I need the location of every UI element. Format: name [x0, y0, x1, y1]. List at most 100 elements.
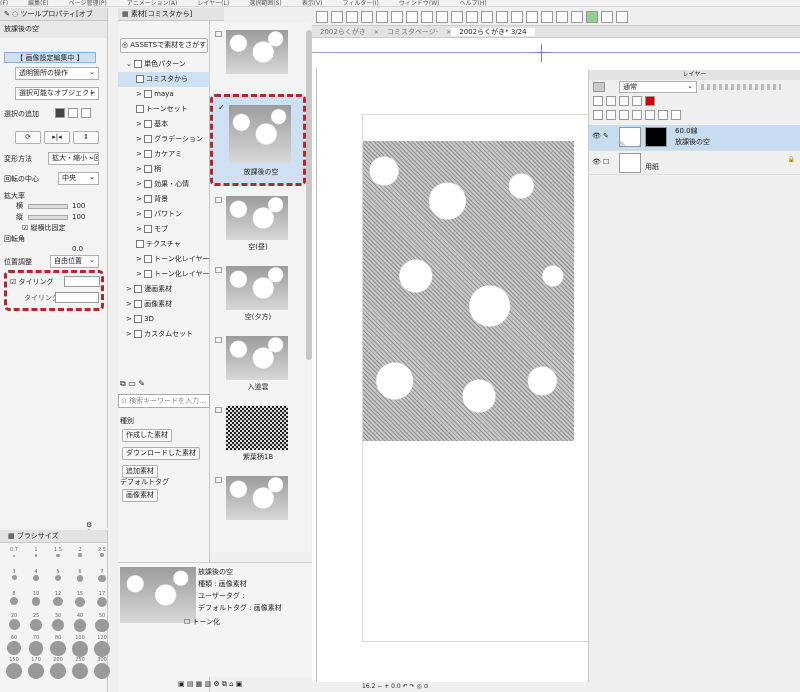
- tone-checkbox[interactable]: ☐ トーン化: [184, 617, 220, 628]
- brush-size-cell[interactable]: 8: [4, 591, 24, 611]
- tool-property-tab[interactable]: ✎ ◌ ツールプロパティ[オブ: [0, 8, 107, 21]
- export-icon[interactable]: [361, 11, 373, 23]
- merge-down-icon[interactable]: [645, 110, 655, 120]
- position-select[interactable]: 自由位置: [50, 255, 99, 268]
- menu-item[interactable]: 選択範囲(S): [249, 0, 282, 6]
- rotate-left-icon[interactable]: [481, 11, 493, 23]
- selectable-object-select[interactable]: 選択可能なオブジェクト: [15, 87, 99, 100]
- brush-size-cell[interactable]: 12: [48, 591, 68, 611]
- brush-size-cell[interactable]: 5: [48, 569, 68, 589]
- tiling-dir-select[interactable]: [55, 292, 99, 303]
- tree-item[interactable]: > パワトン: [118, 207, 210, 222]
- pen-icon[interactable]: [541, 11, 553, 23]
- brush-size-cell[interactable]: 15: [70, 591, 90, 611]
- tree-item[interactable]: コミスタから: [118, 72, 210, 87]
- tree-arrow-icon[interactable]: ⌄: [126, 60, 134, 68]
- undo-icon[interactable]: [376, 11, 388, 23]
- face-icon[interactable]: [586, 11, 598, 23]
- new-vector-layer-icon[interactable]: [606, 110, 616, 120]
- opacity-slider[interactable]: [701, 84, 781, 90]
- transform-method-select[interactable]: 拡大・縮小・回: [48, 152, 99, 165]
- folder-icon[interactable]: ▭: [128, 379, 136, 388]
- brush-size-cell[interactable]: 7: [92, 569, 112, 589]
- width-slider[interactable]: [28, 204, 68, 209]
- material-settings-icon[interactable]: ⚙: [213, 680, 219, 688]
- thumbnail-checkbox[interactable]: ☐: [215, 476, 222, 485]
- lock-icon[interactable]: 🔒: [788, 156, 795, 163]
- tree-item[interactable]: > カケアミ: [118, 147, 210, 162]
- transparent-op-select[interactable]: 透明箇所の操作: [15, 67, 99, 80]
- tiling-mode-buttons[interactable]: [64, 276, 100, 287]
- brush-size-cell[interactable]: 20: [4, 613, 24, 633]
- tiling-checkbox[interactable]: ☑ タイリング: [10, 277, 54, 288]
- tree-arrow-icon[interactable]: >: [136, 195, 144, 203]
- document-tab[interactable]: 2002らくがき* 3/24: [451, 28, 535, 36]
- edit-icon[interactable]: ✎: [138, 379, 145, 388]
- brush-size-cell[interactable]: 1: [26, 547, 46, 567]
- layer-icon[interactable]: [496, 11, 508, 23]
- brush-size-cell[interactable]: 1.5: [48, 547, 68, 567]
- tree-arrow-icon[interactable]: >: [136, 255, 144, 263]
- thumbnail-checkbox[interactable]: ☐: [215, 336, 222, 345]
- paste-icon[interactable]: ⧉ ⌂: [222, 680, 234, 688]
- new-raster-layer-icon[interactable]: [593, 110, 603, 120]
- redo-icon[interactable]: [391, 11, 403, 23]
- keep-ratio-checkbox[interactable]: ☑ 縦横比固定: [22, 223, 66, 234]
- angle-value[interactable]: 0.0: [391, 683, 401, 690]
- transfer-down-icon[interactable]: [632, 110, 642, 120]
- flip-horizontal-button[interactable]: ▸|◂: [44, 131, 70, 144]
- default-tag-button[interactable]: 画像素材: [122, 489, 158, 502]
- assets-search-button[interactable]: ◎ ASSETSで素材をさがす: [120, 38, 208, 53]
- tree-item[interactable]: > 漫画素材: [118, 282, 210, 297]
- blend-mode-select[interactable]: 通常: [619, 81, 697, 93]
- tree-arrow-icon[interactable]: >: [136, 225, 144, 233]
- tree-arrow-icon[interactable]: >: [136, 120, 144, 128]
- save-icon[interactable]: [346, 11, 358, 23]
- material-tab[interactable]: ▦ 素材[コミスタから]: [118, 8, 224, 21]
- new-file-icon[interactable]: [316, 11, 328, 23]
- thumbnail-checkbox[interactable]: ☐: [215, 30, 222, 39]
- tag-button[interactable]: ダウンロードした素材: [122, 447, 200, 460]
- tree-item[interactable]: > 背景: [118, 192, 210, 207]
- brush-size-cell[interactable]: 50: [92, 613, 112, 633]
- eye-icon[interactable]: 👁: [592, 132, 601, 140]
- thumbnail-checkbox[interactable]: ✓: [218, 103, 225, 112]
- brush-size-cell[interactable]: 120: [92, 635, 112, 657]
- brush-size-cell[interactable]: 10: [26, 591, 46, 611]
- eye-icon[interactable]: 👁: [592, 158, 601, 166]
- material-thumbnail[interactable]: ✓ 放課後の空: [210, 94, 306, 186]
- tree-arrow-icon[interactable]: >: [126, 300, 134, 308]
- tree-arrow-icon[interactable]: >: [126, 315, 134, 323]
- tree-arrow-icon[interactable]: >: [136, 135, 144, 143]
- cloud-image[interactable]: [363, 141, 574, 441]
- clear-icon[interactable]: [406, 11, 418, 23]
- flip-vertical-button[interactable]: ⇕: [73, 131, 99, 144]
- height-value[interactable]: 100: [72, 212, 85, 223]
- search-input[interactable]: ⊙ 検索キーワードを入力...: [118, 394, 210, 408]
- lock-transparency-icon[interactable]: [619, 96, 629, 106]
- delete-icon[interactable]: ▣: [236, 680, 243, 688]
- delete-layer-icon[interactable]: [671, 110, 681, 120]
- menu-item[interactable]: 表示(V): [302, 0, 323, 6]
- brush-size-cell[interactable]: 4: [26, 569, 46, 589]
- tree-item[interactable]: > トーン化レイヤー: [118, 252, 210, 267]
- brush-size-cell[interactable]: 0.7: [4, 547, 24, 567]
- new-folder-layer-icon[interactable]: [619, 110, 629, 120]
- lock-icon[interactable]: [632, 96, 642, 106]
- tree-item[interactable]: > トーン化レイヤー: [118, 267, 210, 282]
- brush-size-cell[interactable]: 250: [70, 657, 90, 679]
- material-thumbnail[interactable]: ☐ 空(昼): [210, 190, 306, 256]
- stabilizer-icon[interactable]: [571, 11, 583, 23]
- layer-row[interactable]: 👁 ✎ 60.0線 放課後の空: [589, 125, 800, 151]
- deselect-icon[interactable]: [451, 11, 463, 23]
- view-list-icon[interactable]: ▣ ▤ ▦ ▥: [178, 680, 211, 688]
- brush-size-cell[interactable]: 6: [70, 569, 90, 589]
- layer-color-icon[interactable]: [593, 82, 605, 92]
- selection-sub-icon[interactable]: [81, 108, 91, 118]
- material-thumbnail[interactable]: ☐: [210, 470, 306, 536]
- tree-arrow-icon[interactable]: >: [136, 150, 144, 158]
- menu-item[interactable]: ページ管理(P): [69, 0, 107, 6]
- thumbnail-checkbox[interactable]: ☐: [215, 406, 222, 415]
- tree-arrow-icon[interactable]: >: [136, 270, 144, 278]
- menu-item[interactable]: 編集(E): [28, 0, 48, 6]
